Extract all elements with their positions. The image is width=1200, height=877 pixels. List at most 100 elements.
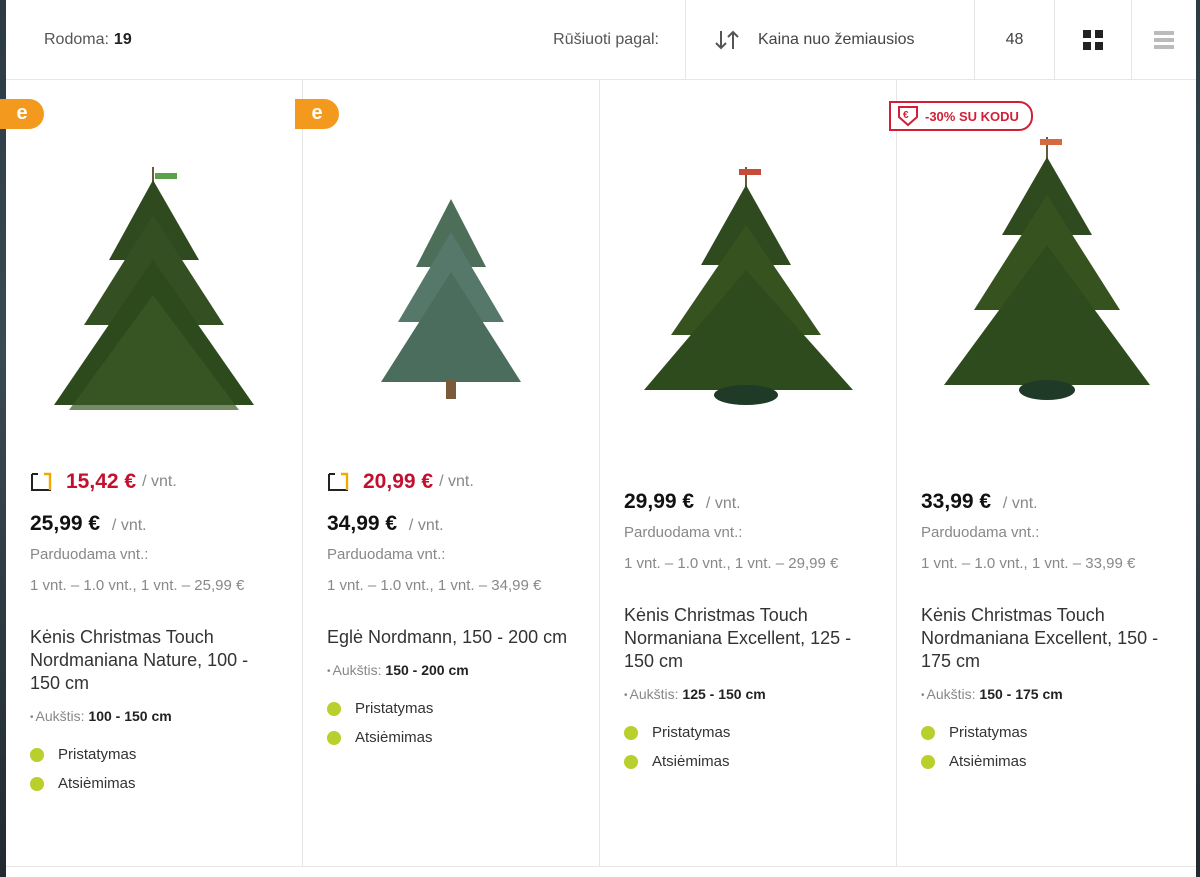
delivery-option: Pristatymas [30,746,278,763]
delivery-option: Pristatymas [921,724,1172,741]
product-title[interactable]: Kėnis Christmas Touch Nordmaniana Nature… [30,626,278,698]
price-unit: / vnt. [705,495,741,512]
pickup-option: Atsiėmimas [624,753,872,770]
availability-dot-icon [30,747,44,762]
loyalty-card-icon [31,472,52,491]
regular-price: 29,99 € / vnt. [624,490,872,514]
grid-view-button[interactable] [1054,0,1131,79]
price-block: 20,99 € / vnt. 34,99 € / vnt. Parduodama… [327,450,575,620]
loyalty-price: 15,42 € / vnt. [30,470,278,494]
availability-dot-icon [624,754,638,769]
product-title[interactable]: Kėnis Christmas Touch Normaniana Excelle… [624,604,872,676]
product-image[interactable] [327,80,575,450]
results-count: Rodoma: 19 [6,0,553,79]
pickup-option: Atsiėmimas [30,775,278,792]
regular-price-value: 29,99 € [624,490,695,513]
list-view-icon [1154,30,1174,49]
product-title[interactable]: Kėnis Christmas Touch Nordmaniana Excell… [921,604,1172,676]
christmas-tree-image [643,167,853,405]
height-label: Aukštis: [35,708,85,724]
height-value: 100 - 150 cm [88,708,172,724]
regular-price: 33,99 € / vnt. [921,490,1172,514]
price-unit: / vnt. [1002,495,1038,512]
regular-price: 34,99 € / vnt. [327,512,575,536]
product-image[interactable] [624,80,872,450]
height-value: 125 - 150 cm [682,686,766,702]
delivery-option: Pristatymas [624,724,872,741]
e-badge: e [295,99,339,129]
product-card[interactable]: e 20,99 € / vnt. 34,99 € / vnt. Parduoda… [295,80,600,866]
pickup-label: Atsiėmimas [58,775,136,792]
height-value: 150 - 175 cm [979,686,1063,702]
sort-arrows-icon [715,30,739,49]
price-unit: / vnt. [111,517,147,534]
price-unit: / vnt. [439,473,474,490]
sold-by-label: Parduodama vnt.: [921,524,1040,541]
sold-by-label: Parduodama vnt.: [624,524,743,541]
loyalty-price: 20,99 € / vnt. [327,470,575,494]
sort-value: Kaina nuo žemiausios [758,30,915,48]
pickup-option: Atsiėmimas [327,729,575,746]
promo-code-label: -30% SU KODU [925,108,1019,124]
list-view-button[interactable] [1131,0,1196,79]
availability-dot-icon [327,730,341,745]
price-block: 29,99 € / vnt. Parduodama vnt.: 1 vnt. –… [624,450,872,620]
sort-dropdown[interactable]: Kaina nuo žemiausios [685,0,974,79]
listing-toolbar: Rodoma: 19 Rūšiuoti pagal: Kaina nuo žem… [6,0,1196,80]
price-block: 15,42 € / vnt. 25,99 € / vnt. Parduodama… [30,450,278,620]
pickup-label: Atsiėmimas [652,753,730,770]
christmas-tree-image [381,199,521,399]
pickup-option: Atsiėmimas [921,753,1172,770]
height-value: 150 - 200 cm [385,662,469,678]
availability-dot-icon [624,725,638,740]
svg-text:€: € [903,110,909,121]
product-grid: e 15,42 € / vnt. 25,99 € / vnt. Parduoda… [0,80,1196,867]
availability-dot-icon [921,725,935,740]
product-card[interactable]: € -30% SU KODU 33,99 € / vnt. Parduodama… [889,80,1196,866]
delivery-label: Pristatymas [652,724,731,741]
regular-price-value: 25,99 € [30,512,101,535]
product-image[interactable] [30,80,278,450]
price-block: 33,99 € / vnt. Parduodama vnt.: 1 vnt. –… [921,450,1172,620]
christmas-tree-image [943,137,1150,400]
delivery-label: Pristatymas [355,700,434,717]
sold-by-value: 1 vnt. – 1.0 vnt., 1 vnt. – 29,99 € [624,555,839,572]
height-attribute: • Aukštis: 150 - 200 cm [327,662,469,678]
regular-price: 25,99 € / vnt. [30,512,278,536]
regular-price-value: 34,99 € [327,512,398,535]
sold-by-label: Parduodama vnt.: [327,546,446,563]
height-label: Aukštis: [629,686,679,702]
availability-dot-icon [327,701,341,716]
pickup-label: Atsiėmimas [355,729,433,746]
height-label: Aukštis: [332,662,382,678]
loyalty-price-value: 15,42 € [66,470,137,493]
price-unit: / vnt. [142,473,177,490]
height-label: Aukštis: [926,686,976,702]
product-card[interactable]: 29,99 € / vnt. Parduodama vnt.: 1 vnt. –… [600,80,897,866]
height-attribute: • Aukštis: 100 - 150 cm [30,708,172,724]
loyalty-card-icon [328,472,349,491]
sold-by-label: Parduodama vnt.: [30,546,149,563]
grid-view-icon [1083,29,1103,50]
sort-label: Rūšiuoti pagal: [553,30,659,48]
christmas-tree-image [54,167,254,410]
height-attribute: • Aukštis: 125 - 150 cm [624,686,766,702]
product-title[interactable]: Eglė Nordmann, 150 - 200 cm [327,626,575,652]
sold-by-value: 1 vnt. – 1.0 vnt., 1 vnt. – 34,99 € [327,577,542,594]
results-count-value: 19 [113,30,132,48]
regular-price-value: 33,99 € [921,490,992,513]
height-attribute: • Aukštis: 150 - 175 cm [921,686,1063,702]
product-card[interactable]: e 15,42 € / vnt. 25,99 € / vnt. Parduoda… [0,80,303,866]
pickup-label: Atsiėmimas [949,753,1027,770]
results-count-label: Rodoma: [44,30,109,48]
euro-tag-icon: € [898,106,918,127]
e-badge: e [0,99,44,129]
delivery-label: Pristatymas [949,724,1028,741]
per-page-selector[interactable]: 48 [974,0,1054,79]
loyalty-price-value: 20,99 € [363,470,434,493]
product-image[interactable] [921,80,1172,450]
delivery-option: Pristatymas [327,700,575,717]
promo-code-badge: € -30% SU KODU [889,101,1033,131]
product-listing-panel: Rodoma: 19 Rūšiuoti pagal: Kaina nuo žem… [0,0,1196,877]
sold-by-value: 1 vnt. – 1.0 vnt., 1 vnt. – 33,99 € [921,555,1136,572]
